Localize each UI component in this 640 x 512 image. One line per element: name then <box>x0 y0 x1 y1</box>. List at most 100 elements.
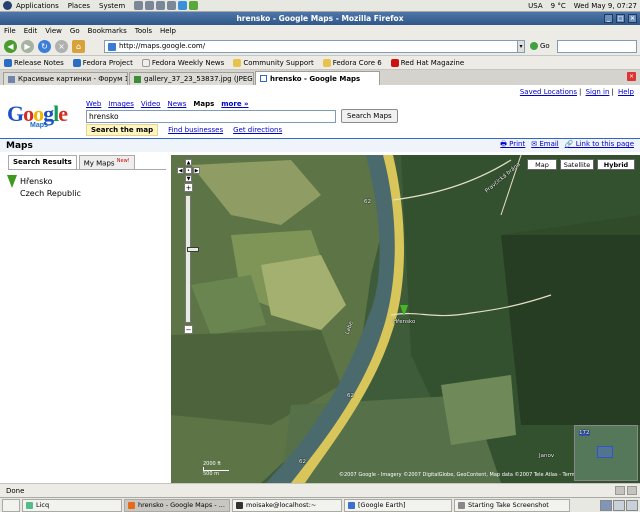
result-country: Czech Republic <box>20 189 81 198</box>
firefox-icon <box>128 501 135 509</box>
search-tab-more[interactable]: more » <box>221 100 248 108</box>
bookmark-label: Fedora Weekly News <box>151 58 225 67</box>
workspace-3[interactable] <box>626 499 638 511</box>
bookmark-release-notes[interactable]: Release Notes <box>4 58 64 67</box>
maps-header-bar: Maps 🖶 Print ✉ Email 🔗 Link to this page <box>0 138 640 152</box>
fedora-logo-icon[interactable] <box>3 1 12 10</box>
map-type-map-button[interactable]: Map <box>527 159 557 170</box>
close-window-icon[interactable]: × <box>628 14 637 23</box>
saved-locations-link[interactable]: Saved Locations <box>520 88 577 96</box>
clock[interactable]: Wed May 9, 07:27 <box>574 2 637 10</box>
result-marker-icon[interactable] <box>7 175 17 188</box>
tab-google-maps[interactable]: hrensko - Google Maps <box>255 71 380 85</box>
pan-reset-icon[interactable]: • <box>185 167 192 174</box>
taskbar: Licq hrensko - Google Maps - ... moisake… <box>0 497 640 512</box>
back-icon[interactable]: ◀ <box>4 39 17 53</box>
road-label: 62 <box>347 393 354 399</box>
browser-search-input[interactable] <box>557 39 637 53</box>
menu-view[interactable]: View <box>45 27 62 35</box>
reload-icon[interactable]: ↻ <box>38 39 51 53</box>
menu-file[interactable]: File <box>4 27 16 35</box>
bookmark-label: Red Hat Magazine <box>400 58 465 67</box>
location-marker-icon[interactable] <box>400 305 408 316</box>
home-icon[interactable]: ⌂ <box>72 39 85 53</box>
task-google-earth[interactable]: [Google Earth] <box>344 498 452 512</box>
close-tab-icon[interactable]: × <box>627 72 636 81</box>
bookmark-fedora-core-6[interactable]: Fedora Core 6 <box>322 58 382 67</box>
chat-launcher-icon[interactable] <box>178 1 188 10</box>
menu-bookmarks[interactable]: Bookmarks <box>88 27 127 35</box>
pan-right-icon[interactable]: ▶ <box>193 167 200 174</box>
zoom-in-icon[interactable]: + <box>184 183 193 192</box>
search-the-map-tab[interactable]: Search the map <box>86 124 159 136</box>
places-menu[interactable]: Places <box>68 2 90 10</box>
menu-tools[interactable]: Tools <box>135 27 152 35</box>
bookmark-red-hat-magazine[interactable]: Red Hat Magazine <box>390 58 465 67</box>
map-type-hybrid-button[interactable]: Hybrid <box>597 159 635 170</box>
search-tab-web[interactable]: Web <box>86 100 101 108</box>
tab-gallery-jpeg[interactable]: gallery_37_23_53837.jpg (JPEG I... <box>129 72 254 85</box>
overview-viewport-box[interactable] <box>597 446 613 458</box>
overview-map[interactable]: 172 <box>574 425 638 481</box>
task-screenshot[interactable]: Starting Take Screenshot <box>454 498 570 512</box>
weather-indicator[interactable]: 9 °C <box>551 2 566 10</box>
menu-help[interactable]: Help <box>160 27 176 35</box>
editor-launcher-icon[interactable] <box>167 1 177 10</box>
search-maps-button[interactable]: Search Maps <box>341 109 398 123</box>
navigation-toolbar: ◀ ▶ ↻ × ⌂ http://maps.google.com/ ▾ Go <box>0 37 640 56</box>
menu-go[interactable]: Go <box>70 27 80 35</box>
search-tab-video[interactable]: Video <box>141 100 161 108</box>
map-type-satellite-button[interactable]: Satellite <box>560 159 594 170</box>
workspace-1[interactable] <box>600 499 612 511</box>
zoom-slider-thumb[interactable] <box>187 247 199 252</box>
system-menu[interactable]: System <box>99 2 125 10</box>
find-businesses-link[interactable]: Find businesses <box>168 126 223 134</box>
task-firefox[interactable]: hrensko - Google Maps - ... <box>124 498 230 512</box>
zoom-slider[interactable] <box>185 195 199 323</box>
search-tab-images[interactable]: Images <box>108 100 134 108</box>
email-link[interactable]: ✉ Email <box>531 140 559 151</box>
locale-indicator[interactable]: USA <box>528 2 543 10</box>
get-directions-link[interactable]: Get directions <box>233 126 282 134</box>
zoom-out-icon[interactable]: − <box>184 325 193 334</box>
pan-up-icon[interactable]: ▲ <box>185 159 192 166</box>
workspace-switcher[interactable] <box>600 499 638 511</box>
print-link[interactable]: 🖶 Print <box>500 140 525 151</box>
bookmark-fedora-weekly-news[interactable]: Fedora Weekly News <box>141 58 225 67</box>
url-bar[interactable]: http://maps.google.com/ <box>104 39 524 53</box>
tab-label: Красивые картинки - Форум 1... <box>18 75 128 83</box>
stop-icon[interactable]: × <box>55 39 68 53</box>
workspace-2[interactable] <box>613 499 625 511</box>
menu-edit[interactable]: Edit <box>24 27 38 35</box>
settings-launcher-icon[interactable] <box>189 1 199 10</box>
forward-icon[interactable]: ▶ <box>21 39 34 53</box>
window-titlebar[interactable]: hrensko - Google Maps - Mozilla Firefox … <box>0 12 640 25</box>
link-to-page-link[interactable]: 🔗 Link to this page <box>565 140 634 151</box>
pan-down-icon[interactable]: ▼ <box>185 175 192 182</box>
bookmark-community-support[interactable]: Community Support <box>233 58 314 67</box>
url-dropdown-icon[interactable]: ▾ <box>517 39 525 53</box>
google-maps-logo[interactable]: Google Maps <box>7 101 68 129</box>
tab-forum[interactable]: Красивые картинки - Форум 1... <box>3 72 128 85</box>
search-mode-tabs: Search the map Find businesses Get direc… <box>86 124 282 136</box>
pan-left-icon[interactable]: ◀ <box>177 167 184 174</box>
show-desktop-icon[interactable] <box>2 498 20 512</box>
go-button[interactable]: Go <box>530 42 550 50</box>
google-earth-icon <box>348 501 355 509</box>
email-launcher-icon[interactable] <box>145 1 155 10</box>
terminal-launcher-icon[interactable] <box>156 1 166 10</box>
town-label: Hřensko <box>393 319 416 325</box>
result-name[interactable]: Hřensko <box>20 177 53 186</box>
map-view[interactable]: Map Satellite Hybrid ▲ ◀ • ▶ ▼ + − 62 62… <box>171 155 640 483</box>
task-licq[interactable]: Licq <box>22 498 122 512</box>
search-tab-news[interactable]: News <box>167 100 186 108</box>
maximize-icon[interactable]: □ <box>616 14 625 23</box>
task-terminal[interactable]: moisake@localhost:~ <box>232 498 342 512</box>
minimize-icon[interactable]: _ <box>604 14 613 23</box>
web-browser-launcher-icon[interactable] <box>134 1 144 10</box>
sign-in-link[interactable]: Sign in <box>586 88 610 96</box>
bookmark-fedora-project[interactable]: Fedora Project <box>72 58 133 67</box>
applications-menu[interactable]: Applications <box>16 2 59 10</box>
help-link[interactable]: Help <box>618 88 634 96</box>
map-search-input[interactable]: hrensko <box>86 110 336 123</box>
